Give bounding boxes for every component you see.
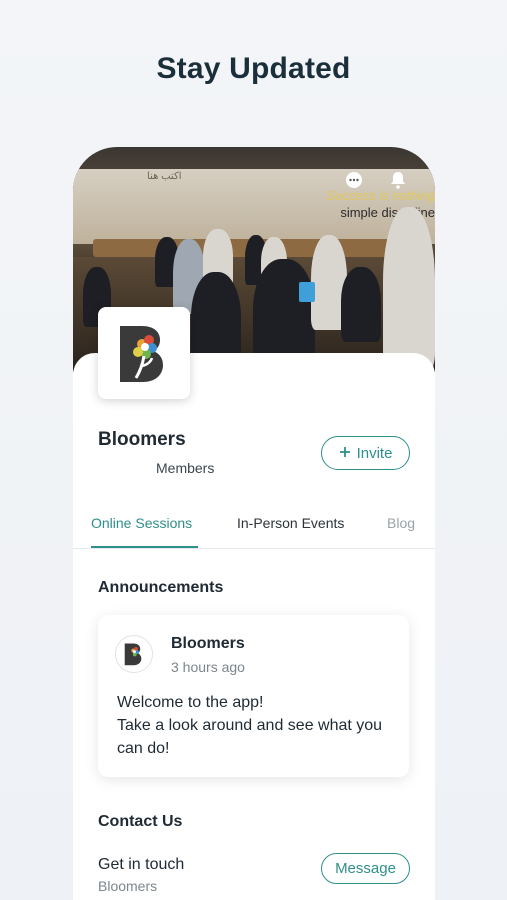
chat-icon[interactable] bbox=[343, 169, 365, 191]
message-button[interactable]: Message bbox=[321, 853, 410, 884]
announcements-heading: Announcements bbox=[98, 579, 224, 596]
bloomers-logo-icon bbox=[120, 326, 163, 382]
post-author: Bloomers bbox=[171, 635, 245, 652]
post-timestamp: 3 hours ago bbox=[171, 659, 245, 675]
person-silhouette bbox=[341, 267, 381, 342]
contact-label: Get in touch bbox=[98, 856, 185, 873]
person-silhouette bbox=[383, 207, 435, 372]
post-body: Welcome to the app! Take a look around a… bbox=[117, 694, 383, 757]
group-logo bbox=[98, 307, 190, 399]
invite-button[interactable]: Invite bbox=[321, 436, 410, 470]
bell-icon[interactable] bbox=[387, 169, 409, 191]
avatar bbox=[115, 635, 153, 673]
laptop-screen bbox=[299, 282, 315, 302]
announcement-post[interactable]: Bloomers 3 hours ago Welcome to the app!… bbox=[98, 615, 409, 777]
page-headline: Stay Updated bbox=[156, 52, 351, 85]
group-name: Bloomers bbox=[98, 429, 186, 450]
tab-blog[interactable]: Blog bbox=[387, 515, 415, 531]
wall-text: اكتب هنا bbox=[147, 171, 182, 182]
section-tabs: Online Sessions In-Person Events Blog bbox=[73, 503, 435, 549]
contact-owner: Bloomers bbox=[98, 878, 158, 894]
bloomers-logo-icon bbox=[124, 643, 142, 666]
plus-icon bbox=[339, 445, 351, 462]
tab-in-person-events[interactable]: In-Person Events bbox=[237, 515, 344, 531]
tab-online-sessions[interactable]: Online Sessions bbox=[91, 515, 192, 531]
members-count[interactable]: Members bbox=[156, 460, 214, 476]
active-tab-indicator bbox=[91, 546, 198, 548]
group-card: Bloomers Members Invite Online Sessions … bbox=[73, 307, 435, 900]
contact-heading: Contact Us bbox=[98, 813, 183, 830]
phone-frame: اكتب هنا Success is nothing simple disci… bbox=[73, 147, 435, 900]
